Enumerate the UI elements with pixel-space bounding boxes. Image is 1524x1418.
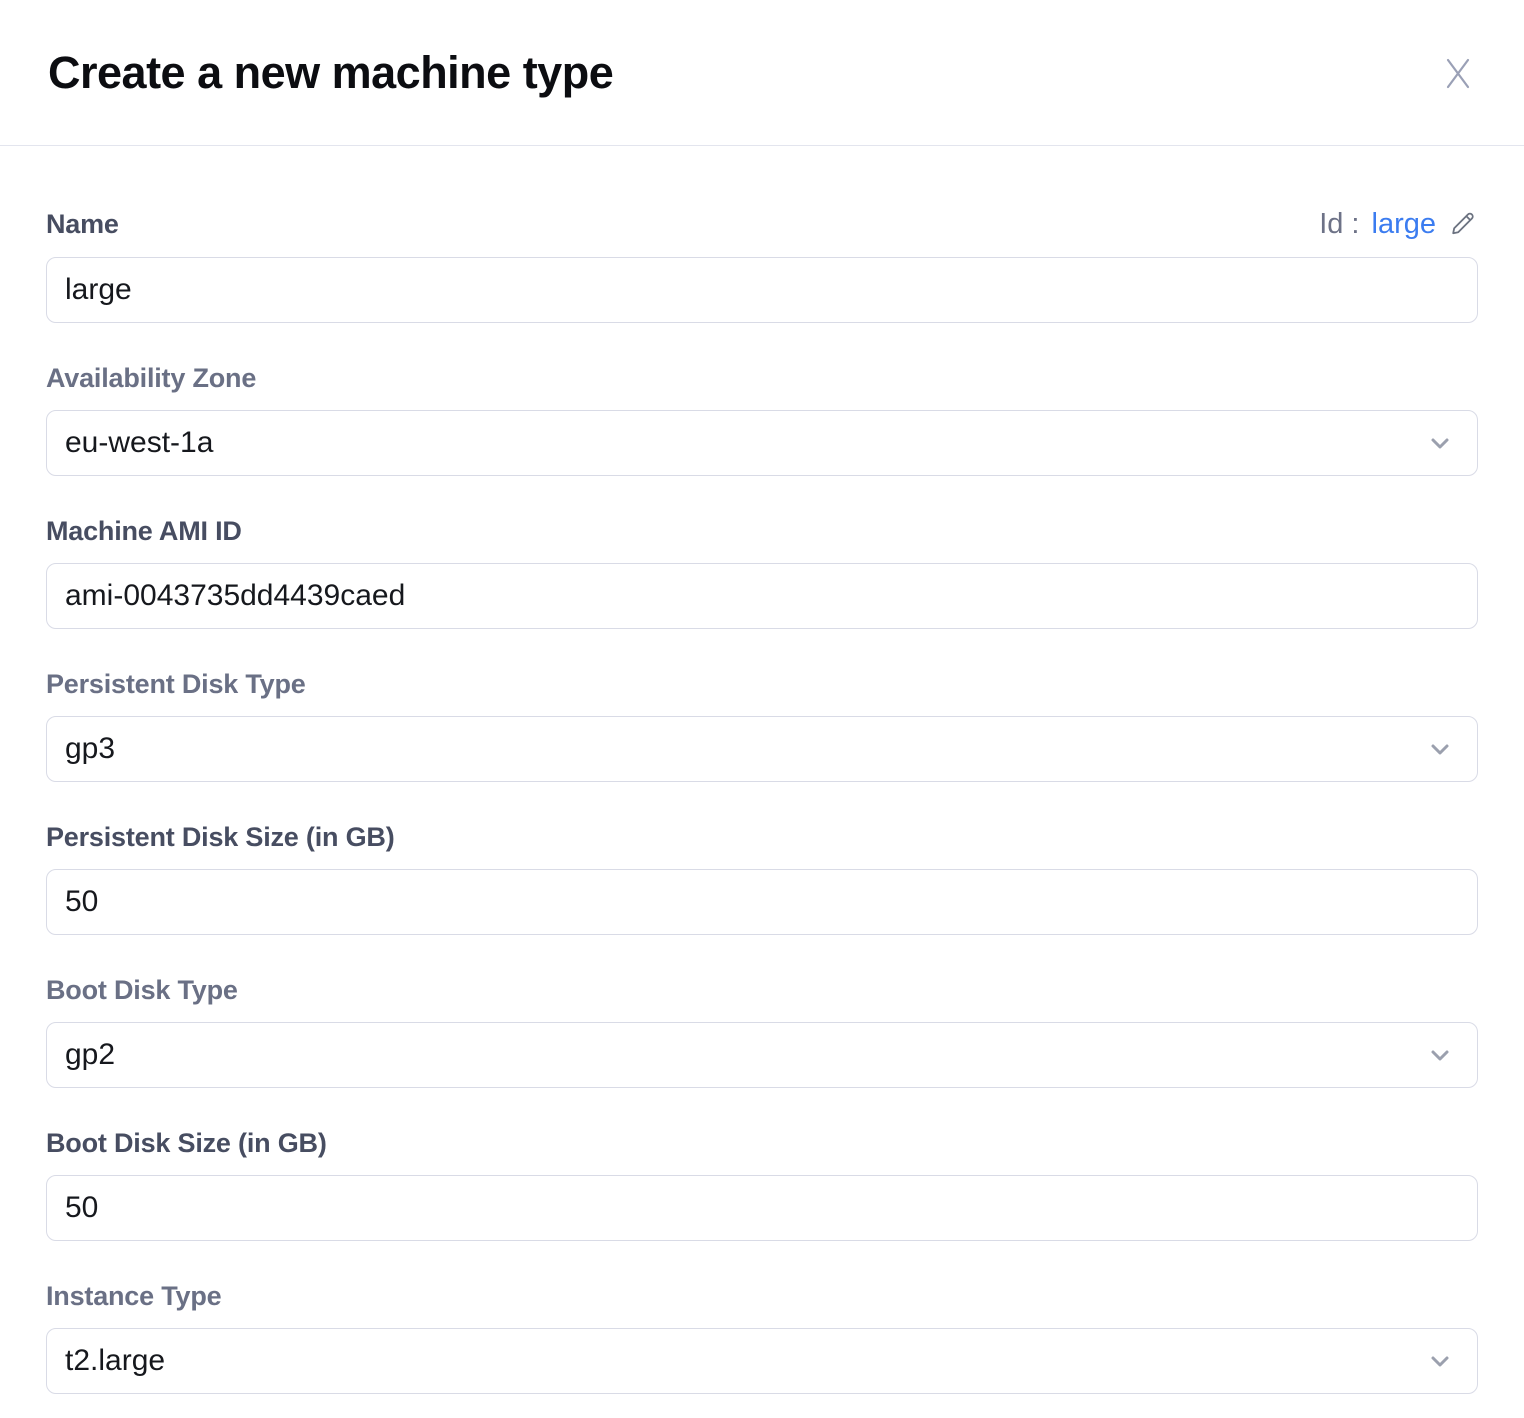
boot-disk-type-label: Boot Disk Type: [46, 975, 238, 1006]
chevron-down-icon: [1425, 1346, 1455, 1376]
boot-disk-type-value: gp2: [65, 1038, 1425, 1072]
field-row-persistent-disk-size: Persistent Disk Size (in GB): [46, 822, 1478, 935]
modal-header: Create a new machine type: [0, 0, 1524, 146]
id-value: large: [1372, 208, 1437, 241]
field-row-availability-zone: Availability Zone eu-west-1a: [46, 363, 1478, 476]
field-row-name: Name Id : large: [46, 208, 1478, 323]
machine-ami-id-input[interactable]: [46, 563, 1478, 629]
create-machine-type-modal: Create a new machine type Name Id : larg…: [0, 0, 1524, 1394]
id-badge: Id : large: [1319, 208, 1478, 241]
pencil-icon: [1448, 208, 1478, 241]
persistent-disk-type-select[interactable]: gp3: [46, 716, 1478, 782]
edit-id-button[interactable]: [1448, 208, 1478, 241]
persistent-disk-size-label: Persistent Disk Size (in GB): [46, 822, 395, 853]
modal-title: Create a new machine type: [48, 47, 613, 99]
persistent-disk-type-label: Persistent Disk Type: [46, 669, 306, 700]
instance-type-label: Instance Type: [46, 1281, 221, 1312]
name-input[interactable]: [46, 257, 1478, 323]
close-button[interactable]: [1436, 51, 1480, 95]
machine-ami-id-label: Machine AMI ID: [46, 516, 242, 547]
persistent-disk-type-value: gp3: [65, 732, 1425, 766]
chevron-down-icon: [1425, 734, 1455, 764]
field-row-boot-disk-size: Boot Disk Size (in GB): [46, 1128, 1478, 1241]
boot-disk-size-label: Boot Disk Size (in GB): [46, 1128, 327, 1159]
field-row-boot-disk-type: Boot Disk Type gp2: [46, 975, 1478, 1088]
chevron-down-icon: [1425, 1040, 1455, 1070]
instance-type-select[interactable]: t2.large: [46, 1328, 1478, 1394]
chevron-down-icon: [1425, 428, 1455, 458]
boot-disk-type-select[interactable]: gp2: [46, 1022, 1478, 1088]
persistent-disk-size-input[interactable]: [46, 869, 1478, 935]
name-label: Name: [46, 209, 119, 240]
boot-disk-size-input[interactable]: [46, 1175, 1478, 1241]
availability-zone-value: eu-west-1a: [65, 426, 1425, 460]
field-row-machine-ami-id: Machine AMI ID: [46, 516, 1478, 629]
instance-type-value: t2.large: [65, 1344, 1425, 1378]
availability-zone-select[interactable]: eu-west-1a: [46, 410, 1478, 476]
id-prefix: Id :: [1319, 208, 1359, 241]
close-icon: [1440, 55, 1476, 91]
field-row-persistent-disk-type: Persistent Disk Type gp3: [46, 669, 1478, 782]
modal-body: Name Id : large: [0, 146, 1524, 1394]
availability-zone-label: Availability Zone: [46, 363, 256, 394]
field-row-instance-type: Instance Type t2.large: [46, 1281, 1478, 1394]
